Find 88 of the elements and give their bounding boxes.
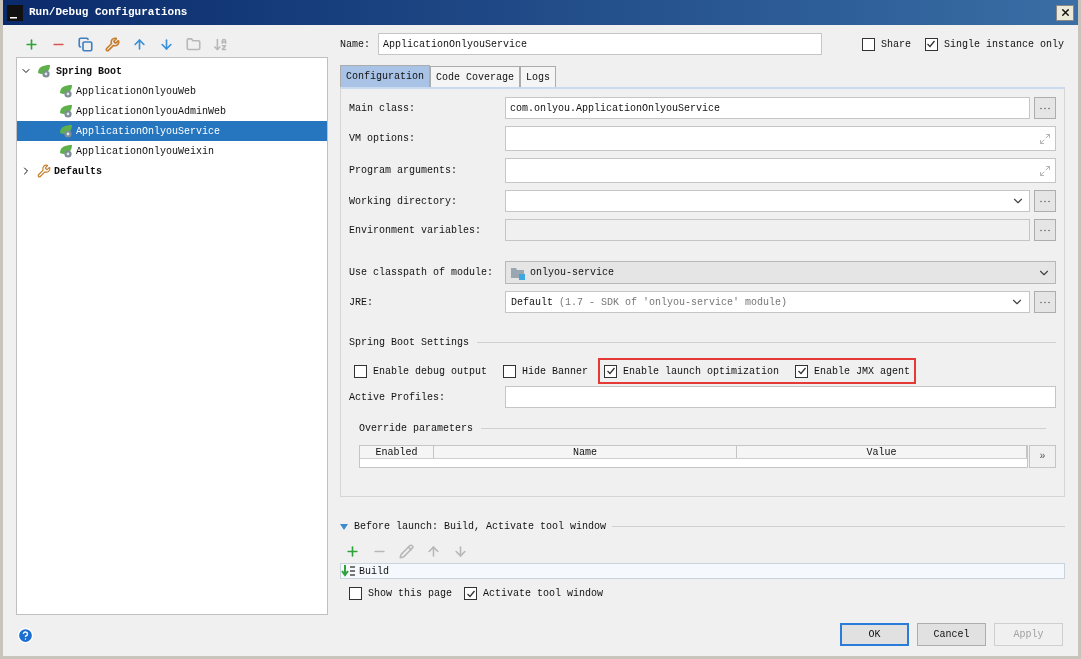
checkbox-label: Enable launch optimization	[623, 364, 780, 379]
browse-button[interactable]	[1034, 219, 1056, 241]
field-label: Use classpath of module:	[349, 266, 495, 280]
leaf-gear-icon	[59, 124, 75, 138]
combo-box[interactable]: onlyou-service	[505, 261, 1056, 284]
column-header: Value	[737, 446, 1027, 458]
close-icon	[1059, 7, 1071, 18]
field-label: Main class:	[349, 101, 416, 116]
section-title: Override parameters	[359, 422, 474, 436]
checkbox[interactable]	[795, 364, 809, 378]
field-label: Program arguments:	[349, 164, 459, 178]
name-field[interactable]: ApplicationOnlyouService	[378, 33, 822, 55]
build-icon	[341, 565, 357, 578]
leaf-gear-icon	[59, 84, 75, 98]
expand-icon[interactable]	[1039, 132, 1051, 145]
text-field[interactable]: com.onlyou.ApplicationOnlyouService	[505, 97, 1030, 119]
checkbox-label: Enable debug output	[373, 364, 488, 379]
expand-icon[interactable]	[1039, 164, 1051, 177]
close-button[interactable]	[1056, 4, 1074, 21]
field-label: Active Profiles:	[349, 390, 446, 405]
field-label: Working directory:	[349, 194, 459, 209]
checkbox[interactable]	[503, 364, 517, 378]
combo-box[interactable]	[505, 190, 1030, 212]
section-title: Before launch: Build, Activate tool window	[354, 520, 607, 534]
tree-item[interactable]: ApplicationOnlyouAdminWeb	[17, 101, 327, 121]
text-field[interactable]	[505, 219, 1030, 241]
checkbox-label: Share	[880, 37, 911, 52]
leaf-gear-icon	[37, 64, 53, 78]
field-label: Environment variables:	[349, 223, 483, 238]
tab[interactable]: Code Coverage	[430, 66, 521, 87]
checkbox[interactable]	[464, 587, 477, 600]
tree-label: ApplicationOnlyouWeb	[76, 84, 197, 99]
tree-label: Spring Boot	[56, 64, 122, 79]
browse-button[interactable]	[1034, 190, 1056, 212]
leaf-gear-icon	[59, 144, 75, 158]
task-label[interactable]: Build	[359, 564, 389, 579]
checkbox[interactable]	[924, 37, 938, 51]
tab[interactable]: Logs	[520, 66, 557, 87]
field-label: Name:	[340, 37, 371, 52]
field-label: JRE:	[349, 295, 374, 310]
tree-item[interactable]: ApplicationOnlyouWeb	[17, 81, 327, 101]
browse-button[interactable]	[1034, 291, 1056, 313]
triangle-down-icon[interactable]	[340, 523, 348, 530]
ellipsis-icon	[1039, 300, 1051, 304]
wrench-icon	[37, 164, 51, 178]
combo-value: Default	[511, 295, 553, 310]
tree-item[interactable]: Spring Boot	[17, 61, 327, 81]
tree-label: ApplicationOnlyouService	[76, 124, 221, 139]
tree-item[interactable]: ApplicationOnlyouWeixin	[17, 141, 327, 161]
column-header: Enabled	[360, 446, 434, 458]
window-title: Run/Debug Configurations	[29, 5, 189, 21]
wrench-icon[interactable]	[103, 35, 121, 53]
checkbox-label: Enable JMX agent	[814, 364, 911, 379]
tree-label: ApplicationOnlyouWeixin	[76, 144, 215, 159]
combo-value: onlyou-service	[530, 266, 615, 280]
tree-item[interactable]: Defaults	[17, 161, 327, 181]
column-header: Name	[434, 446, 737, 458]
checkbox-label: Activate tool window	[483, 587, 604, 601]
dialog-button[interactable]: OK	[840, 623, 909, 646]
checkbox[interactable]	[349, 587, 362, 600]
browse-button[interactable]	[1034, 97, 1056, 119]
checkbox[interactable]	[861, 37, 875, 51]
tree-item[interactable]: ApplicationOnlyouService	[17, 121, 327, 141]
checkbox[interactable]	[604, 364, 618, 378]
text-field[interactable]	[505, 126, 1056, 151]
app-logo-icon	[7, 4, 23, 21]
module-folder-icon	[510, 265, 526, 280]
dialog-button[interactable]: Cancel	[917, 623, 986, 646]
leaf-gear-icon	[59, 104, 75, 118]
ellipsis-icon	[1039, 228, 1051, 232]
more-button[interactable]: »	[1029, 445, 1056, 468]
ellipsis-icon	[1039, 199, 1051, 203]
field-label: VM options:	[349, 132, 416, 146]
combo-hint: (1.7 - SDK of 'onlyou-service' module)	[559, 295, 789, 310]
combo-box[interactable]: Default (1.7 - SDK of 'onlyou-service' module)	[505, 291, 1030, 313]
checkbox[interactable]	[354, 364, 367, 378]
checkbox-label: Show this page	[368, 587, 452, 601]
copy-icon[interactable]	[76, 35, 94, 53]
help-icon[interactable]	[17, 627, 34, 644]
checkbox-label: Single instance only	[943, 37, 1064, 52]
section-title: Spring Boot Settings	[349, 336, 470, 350]
text-field[interactable]	[505, 158, 1056, 183]
checkbox-label: Hide Banner	[522, 364, 589, 379]
tab[interactable]: Configuration	[340, 65, 430, 87]
tree-label: ApplicationOnlyouAdminWeb	[76, 104, 227, 119]
ellipsis-icon	[1039, 106, 1051, 110]
text-field[interactable]	[505, 386, 1056, 408]
tree-label: Defaults	[54, 164, 102, 179]
